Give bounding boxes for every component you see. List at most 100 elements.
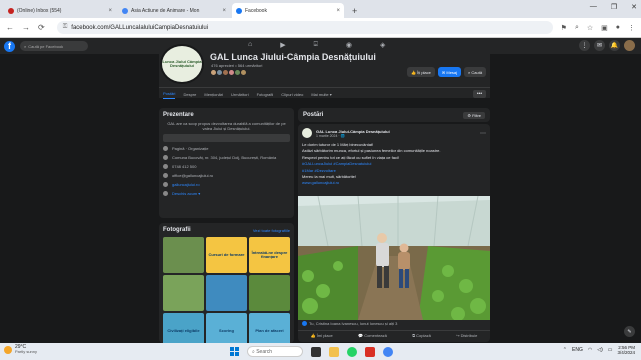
tab-about[interactable]: Despre (183, 92, 196, 97)
facebook-icon (236, 7, 242, 14)
comment-button[interactable]: 💬 Comentează (358, 333, 387, 338)
new-tab-button[interactable]: + (346, 3, 363, 18)
tab-mentions[interactable]: Menționări (204, 92, 223, 97)
close-window-icon[interactable]: ✕ (631, 3, 637, 11)
battery-icon[interactable]: ▭ (608, 347, 613, 353)
photo-thumbnail[interactable] (163, 237, 204, 273)
browser-tab-label: (Online) Inbox (554) (17, 7, 62, 14)
tab-followers[interactable]: Urmăritori (231, 92, 249, 97)
tab-posts[interactable]: Postări (163, 91, 176, 99)
video-icon[interactable]: ▶ (280, 41, 285, 49)
browser-tab-label: Facebook (245, 7, 267, 14)
close-icon[interactable]: × (222, 8, 226, 14)
post-text: Le dorim tuturor de 1 Mărț binecuvântat!… (298, 142, 490, 187)
post-website-link[interactable]: www.galluncajiului.ro (302, 180, 486, 186)
browser-toolbar-icons: ⚑ ⌕ ☆ ▣ ● ⋮ (561, 24, 635, 32)
file-explorer-icon[interactable] (329, 346, 339, 357)
like-page-button[interactable]: 👍 Îți place (407, 67, 435, 77)
tab-more[interactable]: Mai multe ▾ (311, 92, 331, 97)
profile-icon[interactable]: ● (616, 24, 620, 32)
facebook-search-input[interactable]: ⌕ Caută pe Facebook (20, 41, 88, 51)
gaming-icon[interactable]: ◈ (380, 41, 385, 49)
pdf-app-icon[interactable] (365, 346, 375, 357)
weather-widget[interactable]: 29°C Partly sunny (4, 345, 37, 354)
photo-thumbnail[interactable] (249, 275, 290, 311)
zoom-icon[interactable]: ⌕ (575, 24, 579, 32)
url-field[interactable]: ⚿ facebook.com/GALLuncaIaluluiCampiaDesn… (56, 21, 553, 34)
post-date[interactable]: 1 martie 2024 · 🌐 (316, 134, 390, 138)
avatar (240, 69, 247, 76)
intro-description: GAL are ca scop propus dezvoltarea durab… (167, 121, 286, 132)
messenger-icon[interactable]: ✉ (594, 40, 605, 51)
avatar[interactable] (302, 128, 312, 138)
forward-arrow-icon[interactable]: → (22, 23, 30, 32)
avatar[interactable] (624, 40, 635, 51)
info-text: Pagină · Organizație (172, 146, 209, 152)
page-profile-picture[interactable]: Lunca Jiului Câmpia Desnățuiului (160, 44, 204, 84)
chevron-up-icon[interactable]: ⌃ (563, 347, 567, 353)
copy-button[interactable]: ⧉ Copiază (412, 333, 431, 338)
edit-bio-button[interactable] (163, 134, 290, 143)
new-message-icon[interactable]: ✎ (624, 326, 635, 337)
browser-tab-active[interactable]: Facebook × (232, 3, 344, 18)
post-options-icon[interactable]: ⋯ (480, 130, 486, 137)
weather-desc: Partly sunny (15, 349, 38, 354)
photo-thumbnail[interactable]: Cursuri de formare (206, 237, 247, 273)
reload-icon[interactable]: ⟳ (38, 23, 45, 32)
message-button[interactable]: ✉ Mesaj (437, 67, 462, 77)
clock[interactable]: 2:56 PM 3/4/2024 (617, 345, 635, 356)
facebook-logo[interactable]: f (4, 40, 15, 52)
link-icon (163, 182, 168, 188)
tab-videos[interactable]: Clipuri video (281, 92, 303, 97)
minimize-icon[interactable]: — (590, 3, 597, 11)
browser-tab[interactable]: Asia Actiune de Animare - Mon × (118, 3, 230, 18)
info-row: Comuna Bucovăț, nr. 304, județul Dolj, B… (163, 155, 290, 161)
like-reaction-icon (302, 321, 307, 326)
photo-thumbnail[interactable] (206, 275, 247, 311)
home-icon[interactable]: ⌂ (248, 41, 252, 49)
like-label: Îți place (417, 69, 431, 75)
post-image[interactable] (298, 196, 490, 320)
back-arrow-icon[interactable]: ← (6, 23, 14, 32)
info-text[interactable]: office@galluncajiului.ro (172, 173, 213, 178)
bookmark-star-icon[interactable]: ☆ (587, 24, 593, 32)
search-page-button[interactable]: ⌕ Caută (464, 67, 487, 77)
hours-link[interactable]: Deschis acum ▾ (172, 191, 200, 196)
groups-icon[interactable]: ◉ (346, 41, 352, 49)
tab-photos[interactable]: Fotografii (257, 92, 274, 97)
posts-header: Postări ⚙ Filtre (298, 108, 490, 122)
post-reactions[interactable]: Tu, Cristina Ioana Ivanescu, Ionut Iones… (302, 321, 397, 326)
task-view-icon[interactable] (311, 346, 321, 357)
translate-icon[interactable]: ⚑ (561, 24, 567, 32)
close-icon[interactable]: × (108, 8, 112, 14)
browser-tab[interactable]: (Online) Inbox (554) × (4, 3, 116, 18)
post-author[interactable]: GAL Lunca Jiului-Câmpia Desnățuiului (316, 129, 390, 134)
menu-dots-icon[interactable]: ⋮ (628, 24, 635, 32)
like-button[interactable]: 👍 Îmi place (311, 333, 333, 338)
menu-grid-icon[interactable]: ⋮ (579, 40, 590, 51)
windows-start-icon[interactable] (230, 347, 239, 356)
wifi-icon[interactable]: ◠ (588, 347, 592, 353)
share-button[interactable]: ↪ Distribuie (456, 333, 477, 338)
photo-thumbnail[interactable]: Întreabă-ne despre finanțare (249, 237, 290, 273)
more-options-button[interactable]: ••• (473, 90, 486, 98)
marketplace-icon[interactable]: ⌹ (314, 41, 318, 49)
chrome-icon[interactable] (383, 346, 393, 357)
extensions-icon[interactable]: ▣ (601, 24, 608, 32)
taskbar-search[interactable]: ⌕ Search (247, 346, 303, 357)
facebook-nav-icons: ⌂ ▶ ⌹ ◉ ◈ (248, 41, 385, 49)
close-icon[interactable]: × (336, 8, 340, 14)
info-row: Pagină · Organizație (163, 146, 290, 152)
see-all-photos-link[interactable]: Vezi toate fotografiile (253, 228, 290, 233)
notifications-icon[interactable]: 🔔 (609, 40, 620, 51)
site-icon (122, 7, 128, 14)
info-text: 0748 412 500 (172, 164, 197, 170)
filter-button[interactable]: ⚙ Filtre (463, 111, 485, 119)
photo-thumbnail[interactable] (163, 275, 204, 311)
language-indicator[interactable]: ENG (572, 347, 583, 353)
gmail-icon (8, 7, 14, 14)
whatsapp-icon[interactable] (347, 346, 357, 357)
volume-icon[interactable]: ◁) (597, 347, 603, 353)
maximize-icon[interactable]: ❐ (611, 3, 617, 11)
website-link[interactable]: galluncajiului.ro (172, 182, 200, 187)
